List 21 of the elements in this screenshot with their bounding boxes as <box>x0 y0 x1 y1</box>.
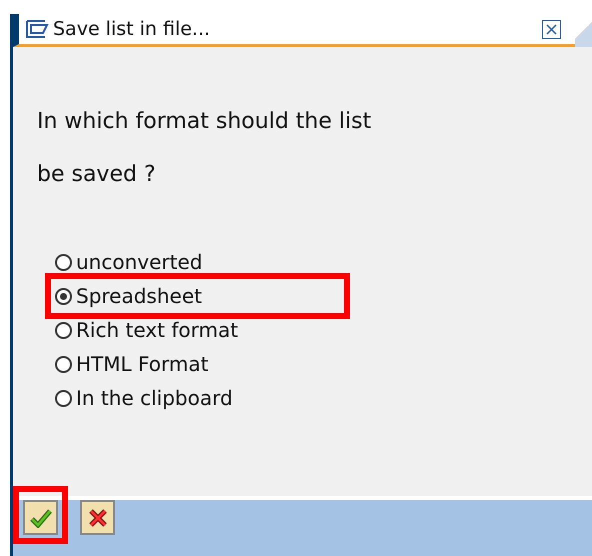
question-text: In which format should the list <box>37 108 372 136</box>
dialog-icon <box>25 19 49 39</box>
option-label[interactable]: Rich text format <box>76 318 238 342</box>
radio-button[interactable] <box>55 356 72 372</box>
option-label[interactable]: In the clipboard <box>76 386 233 410</box>
option-label[interactable]: Spreadsheet <box>76 284 202 308</box>
radio-button[interactable] <box>55 288 72 304</box>
radio-option[interactable]: unconverted <box>45 239 350 285</box>
radio-button[interactable] <box>55 390 72 406</box>
question-text: be saved ? <box>37 161 157 189</box>
close-button[interactable] <box>542 20 561 38</box>
option-label[interactable]: unconverted <box>76 250 202 274</box>
cancel-button[interactable] <box>80 500 115 535</box>
close-icon <box>546 24 557 34</box>
option-label[interactable]: HTML Format <box>76 352 208 376</box>
cross-icon <box>88 508 108 528</box>
radio-button[interactable] <box>55 322 72 338</box>
window-title: Save list in file... <box>53 18 212 40</box>
checkmark-icon <box>28 508 52 528</box>
radio-button[interactable] <box>55 254 72 270</box>
confirm-button[interactable] <box>23 500 58 535</box>
